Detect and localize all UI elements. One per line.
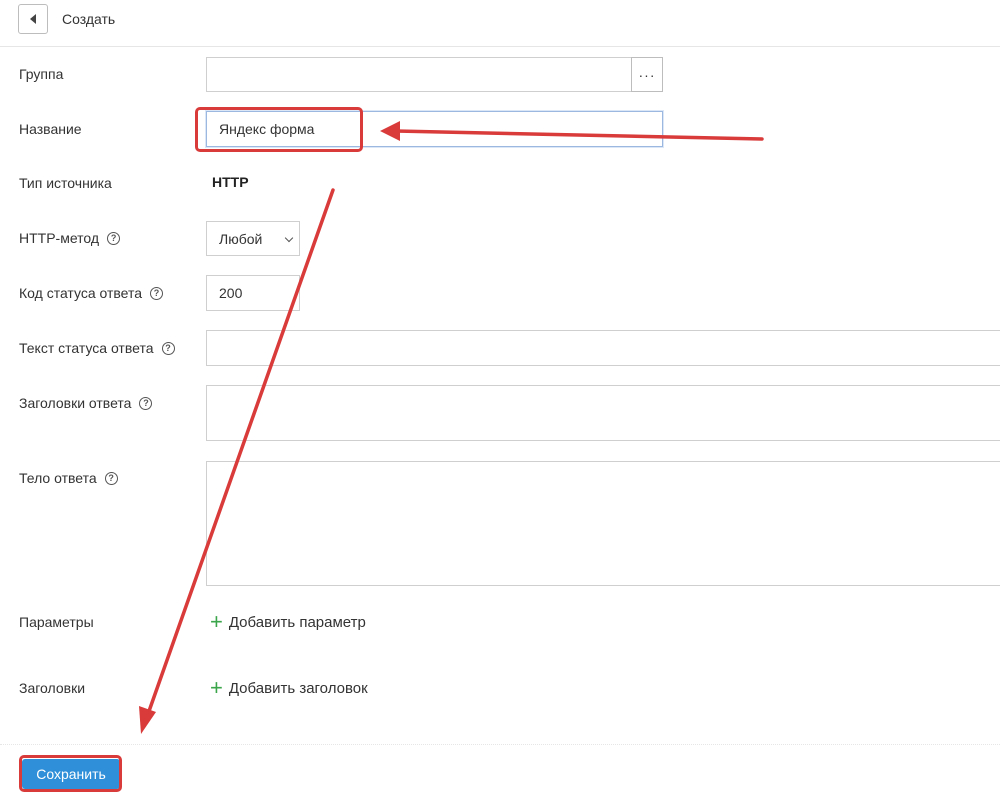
response-body-textarea[interactable] bbox=[206, 461, 1000, 586]
plus-icon: + bbox=[210, 609, 223, 634]
add-header-label: Добавить заголовок bbox=[228, 679, 368, 697]
help-icon[interactable]: ? bbox=[104, 471, 118, 485]
add-parameter-link[interactable]: + Добавить параметр bbox=[210, 611, 366, 633]
response-headers-label-text: Заголовки ответа bbox=[19, 395, 132, 411]
save-highlight-box bbox=[19, 755, 122, 792]
help-icon[interactable]: ? bbox=[139, 396, 153, 410]
http-method-label-text: HTTP-метод bbox=[19, 230, 100, 246]
status-text-label: Текст статуса ответа? bbox=[19, 340, 175, 356]
name-label: Название bbox=[19, 121, 82, 137]
back-button[interactable] bbox=[18, 4, 48, 34]
group-label: Группа bbox=[19, 66, 64, 82]
top-bar: Создать bbox=[0, 0, 1000, 47]
response-headers-label: Заголовки ответа? bbox=[19, 395, 153, 411]
page-title: Создать bbox=[62, 11, 116, 27]
help-icon[interactable]: ? bbox=[150, 286, 164, 300]
status-text-input[interactable] bbox=[206, 330, 1000, 366]
http-method-select-value: Любой bbox=[219, 230, 263, 247]
back-arrow-icon bbox=[30, 14, 36, 24]
chevron-down-icon bbox=[284, 233, 294, 243]
status-code-input[interactable]: 200 bbox=[206, 275, 300, 311]
response-body-label-text: Тело ответа bbox=[19, 470, 97, 486]
footer-divider bbox=[0, 744, 1000, 745]
response-body-label: Тело ответа? bbox=[19, 470, 118, 486]
http-method-label: HTTP-метод? bbox=[19, 230, 121, 246]
group-picker-button[interactable]: ··· bbox=[631, 57, 663, 92]
group-input[interactable] bbox=[206, 57, 632, 92]
name-highlight-box bbox=[195, 107, 363, 152]
add-parameter-label: Добавить параметр bbox=[228, 613, 366, 631]
status-code-label-text: Код статуса ответа bbox=[19, 285, 143, 301]
parameters-label: Параметры bbox=[19, 614, 94, 630]
headers-label: Заголовки bbox=[19, 680, 86, 696]
http-method-select[interactable]: Любой bbox=[206, 221, 300, 256]
source-type-value: HTTP bbox=[212, 174, 249, 190]
plus-icon: + bbox=[210, 675, 223, 700]
status-code-label: Код статуса ответа? bbox=[19, 285, 164, 301]
help-icon[interactable]: ? bbox=[107, 231, 121, 245]
help-icon[interactable]: ? bbox=[161, 341, 175, 355]
add-header-link[interactable]: + Добавить заголовок bbox=[210, 677, 368, 699]
status-text-label-text: Текст статуса ответа bbox=[19, 340, 154, 356]
source-type-label: Тип источника bbox=[19, 175, 112, 191]
response-headers-textarea[interactable] bbox=[206, 385, 1000, 441]
